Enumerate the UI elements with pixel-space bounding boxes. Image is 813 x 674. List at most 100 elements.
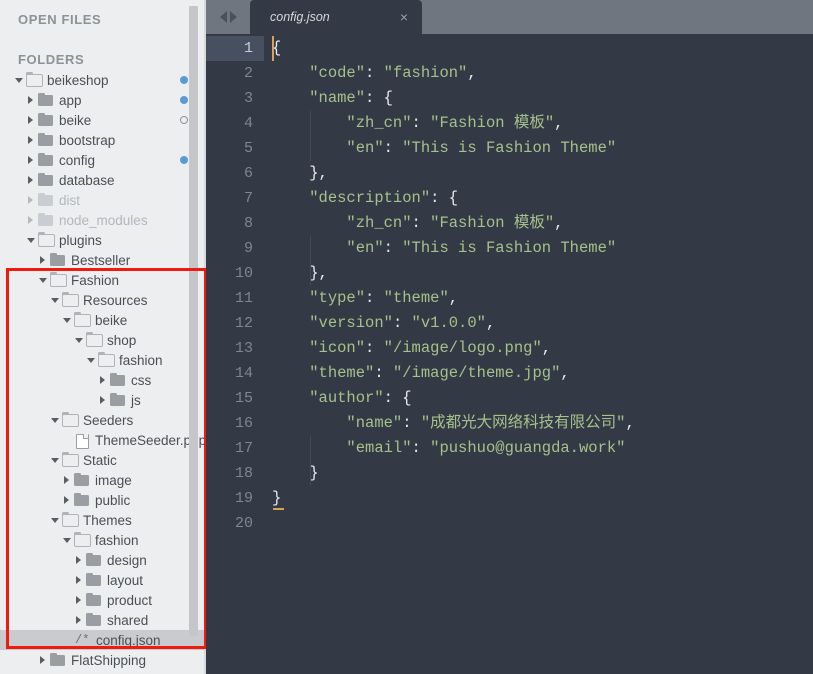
tree-item-shared[interactable]: shared (0, 610, 206, 630)
folder-icon (37, 110, 55, 130)
tree-item-label: public (95, 492, 131, 508)
tree-item-beikeshop[interactable]: beikeshop (0, 70, 206, 90)
folder-open-icon (37, 230, 55, 250)
tree-item-public[interactable]: public (0, 490, 206, 510)
tree-item-fashion[interactable]: fashion (0, 530, 206, 550)
chevron-down-icon[interactable] (50, 290, 61, 310)
chevron-right-icon[interactable] (98, 390, 109, 410)
tree-item-plugins[interactable]: plugins (0, 230, 206, 250)
sidebar-scrollbar-track[interactable] (189, 0, 202, 674)
nav-forward-arrow-icon[interactable] (229, 11, 237, 23)
chevron-right-icon[interactable] (26, 110, 37, 130)
nav-back-arrow-icon[interactable] (219, 11, 227, 23)
line-number: 1 (206, 36, 264, 61)
sidebar-scrollbar-thumb[interactable] (189, 6, 198, 636)
chevron-down-icon[interactable] (62, 530, 73, 550)
status-dot-empty (180, 116, 188, 124)
tree-item-beike[interactable]: beike (0, 110, 206, 130)
tree-item-label: css (131, 372, 152, 388)
chevron-down-icon[interactable] (14, 70, 25, 90)
tree-item-shop[interactable]: shop (0, 330, 206, 350)
tab-navigation-arrows[interactable] (206, 0, 250, 34)
folder-icon (37, 210, 55, 230)
chevron-down-icon[interactable] (50, 410, 61, 430)
code-line: }, (272, 164, 328, 182)
chevron-down-icon[interactable] (38, 270, 49, 290)
tree-item-label: bootstrap (59, 132, 116, 148)
tree-item-flatshipping[interactable]: FlatShipping (0, 650, 206, 670)
chevron-right-icon[interactable] (38, 650, 49, 670)
folder-icon (85, 550, 103, 570)
line-number: 2 (243, 65, 253, 82)
tree-item-bootstrap[interactable]: bootstrap (0, 130, 206, 150)
chevron-down-icon[interactable] (50, 450, 61, 470)
tree-item-themes[interactable]: Themes (0, 510, 206, 530)
chevron-down-icon[interactable] (74, 330, 85, 350)
tree-item-label: FlatShipping (71, 652, 147, 668)
folder-icon (37, 90, 55, 110)
code-line: "zh_cn": "Fashion 模板", (346, 114, 564, 132)
tree-item-config-json[interactable]: /* config.json (0, 630, 206, 650)
status-dot-modified (180, 156, 188, 164)
code-line: { (272, 39, 282, 57)
tree-item-js[interactable]: js (0, 390, 206, 410)
chevron-right-icon[interactable] (26, 90, 37, 110)
code-line: "en": "This is Fashion Theme" (346, 239, 617, 257)
tree-item-beike[interactable]: beike (0, 310, 206, 330)
chevron-right-icon[interactable] (26, 150, 37, 170)
chevron-right-icon[interactable] (74, 610, 85, 630)
code-content[interactable]: { "code": "fashion", "name": { "zh_cn": … (264, 34, 813, 674)
tree-item-css[interactable]: css (0, 370, 206, 390)
tree-item-image[interactable]: image (0, 470, 206, 490)
tree-item-dist[interactable]: dist (0, 190, 206, 210)
code-line: "code": "fashion", (309, 64, 477, 82)
text-cursor (272, 36, 274, 61)
chevron-right-icon[interactable] (38, 250, 49, 270)
tree-item-node-modules[interactable]: node_modules (0, 210, 206, 230)
tree-item-label: plugins (59, 232, 102, 248)
tree-item-label: Seeders (83, 412, 134, 428)
tree-item-design[interactable]: design (0, 550, 206, 570)
tree-item-seeders[interactable]: Seeders (0, 410, 206, 430)
chevron-right-icon[interactable] (26, 170, 37, 190)
tree-item-themeseeder-php[interactable]: ThemeSeeder.php (0, 430, 206, 450)
tree-item-config[interactable]: config (0, 150, 206, 170)
chevron-right-icon[interactable] (26, 210, 37, 230)
file-icon (73, 430, 91, 450)
code-line: "name": "成都光大网络科技有限公司", (346, 414, 635, 432)
tree-item-fashion[interactable]: fashion (0, 350, 206, 370)
chevron-right-icon[interactable] (74, 590, 85, 610)
tree-item-label: config.json (96, 632, 161, 648)
tree-item-static[interactable]: Static (0, 450, 206, 470)
chevron-right-icon[interactable] (74, 570, 85, 590)
tree-item-resources[interactable]: Resources (0, 290, 206, 310)
chevron-right-icon[interactable] (26, 130, 37, 150)
line-number: 4 (243, 115, 253, 132)
chevron-right-icon[interactable] (26, 190, 37, 210)
tree-item-database[interactable]: database (0, 170, 206, 190)
chevron-down-icon[interactable] (26, 230, 37, 250)
chevron-down-icon[interactable] (62, 310, 73, 330)
folder-open-icon (73, 310, 91, 330)
tab-config-json[interactable]: config.json × (250, 0, 422, 34)
tree-item-label: Resources (83, 292, 148, 308)
tree-item-product[interactable]: product (0, 590, 206, 610)
tree-item-fashion[interactable]: Fashion (0, 270, 206, 290)
tree-item-layout[interactable]: layout (0, 570, 206, 590)
code-area[interactable]: 1 2 3 4 5 6 7 8 9 10 11 12 13 14 15 16 17 18 19 20 { "code"… (206, 34, 813, 674)
tree-item-app[interactable]: app (0, 90, 206, 110)
chevron-right-icon[interactable] (62, 490, 73, 510)
code-line: "email": "pushuo@guangda.work" (346, 439, 626, 457)
chevron-down-icon[interactable] (50, 510, 61, 530)
tree-item-label: Themes (83, 512, 132, 528)
chevron-right-icon[interactable] (98, 370, 109, 390)
folder-icon (85, 590, 103, 610)
chevron-down-icon[interactable] (86, 350, 97, 370)
close-icon[interactable]: × (388, 10, 408, 24)
tree-item-bestseller[interactable]: Bestseller (0, 250, 206, 270)
chevron-right-icon[interactable] (62, 470, 73, 490)
chevron-right-icon[interactable] (74, 550, 85, 570)
